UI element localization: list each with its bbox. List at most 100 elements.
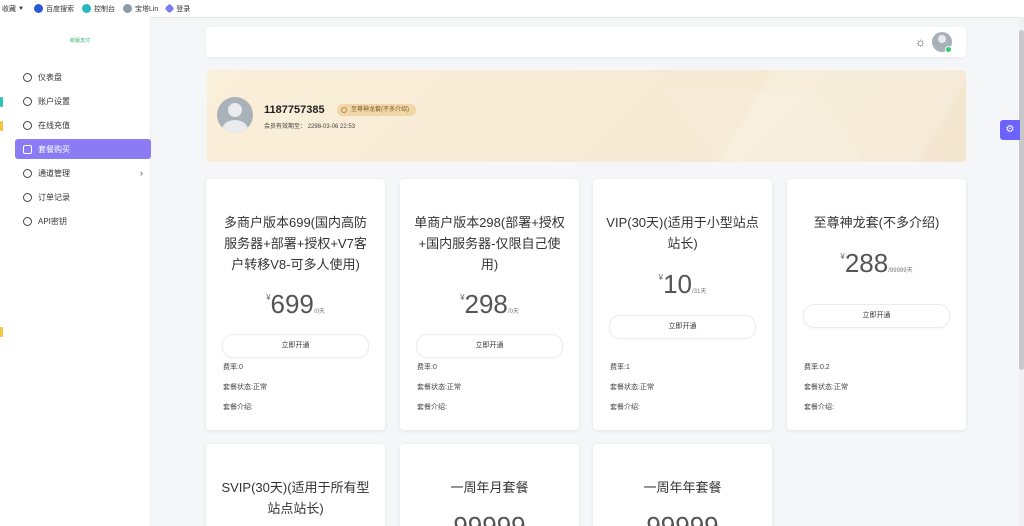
activate-button[interactable]: 立即开通 — [222, 334, 369, 358]
plan-intro: 套餐介绍: — [804, 404, 834, 411]
bookmark-label: 登录 — [176, 5, 191, 13]
plan-card: SVIP(30天)(适用于所有型站点站长) — [206, 444, 385, 526]
plan-price: ¥298/0天 — [400, 289, 579, 320]
sidebar-item-label: 账户设置 — [38, 96, 70, 106]
plan-rate: 费率:0.2 — [804, 364, 830, 371]
caret-down-icon: ▼ — [18, 5, 24, 12]
sidebar: 新版支付 仪表盘 账户设置 在线充值 套餐购买 通道管理 › 订单记录 API密… — [8, 17, 151, 526]
recharge-icon — [23, 120, 32, 130]
plan-card: 一周年年套餐 99999 — [593, 444, 772, 526]
plan-card: 至尊神龙套(不多介绍) ¥288/99999天 立即开通 费率:0.2 套餐状态… — [787, 179, 966, 430]
price-value: 298 — [464, 289, 508, 319]
globe-icon — [122, 4, 132, 13]
bookmark-label: 百度搜索 — [45, 5, 74, 13]
sidebar-item-label: 订单记录 — [38, 192, 70, 202]
bookmark-label: 控制台 — [93, 5, 115, 13]
sidebar-item-label: 套餐购买 — [38, 144, 70, 154]
price-unit: /31天 — [692, 289, 707, 295]
plan-title: 至尊神龙套(不多介绍) — [813, 215, 940, 230]
plan-status: 套餐状态:正常 — [223, 384, 267, 391]
plan-intro: 套餐介绍: — [223, 404, 253, 411]
currency-symbol: ¥ — [840, 252, 845, 261]
plan-title: SVIP(30天)(适用于所有型站点站长) — [221, 480, 370, 516]
plan-rate: 费率:0 — [223, 364, 243, 371]
sidebar-item-dashboard[interactable]: 仪表盘 — [15, 67, 151, 87]
login-icon — [164, 3, 175, 14]
sidebar-item-label: 仪表盘 — [38, 72, 62, 82]
baidu-paw-icon — [33, 4, 43, 13]
plan-price: ¥288/99999天 — [787, 248, 966, 279]
channel-icon — [23, 168, 32, 178]
plan-card: 多商户版本699(国内高防服务器+部署+授权+V7客户转移V8-可多人使用) ¥… — [206, 179, 385, 430]
bookmark-label: 宝塔Lin — [134, 5, 159, 13]
chevron-right-icon: › — [140, 168, 143, 178]
plan-card: 单商户版本298(部署+授权+国内服务器-仅限自己使用) ¥298/0天 立即开… — [400, 179, 579, 430]
bookmark-console[interactable]: 控制台 — [81, 4, 115, 14]
key-icon — [23, 216, 32, 226]
plan-title: 多商户版本699(国内高防服务器+部署+授权+V7客户转移V8-可多人使用) — [223, 215, 368, 272]
logo: 新版支付 — [70, 38, 91, 44]
sidebar-item-channel-management[interactable]: 通道管理 › — [15, 163, 151, 183]
activate-button[interactable]: 立即开通 — [803, 304, 950, 328]
plan-card: 一周年月套餐 99999 — [400, 444, 579, 526]
expiry-value: 2298-03-06 22:53 — [307, 124, 356, 130]
plan-price: ¥699/0天 — [206, 289, 385, 320]
sidebar-item-label: API密钥 — [38, 216, 67, 226]
plan-title: 一周年月套餐 — [450, 480, 529, 495]
price-unit: /0天 — [507, 309, 519, 315]
plan-price: ¥10/31天 — [593, 269, 772, 300]
activate-button[interactable]: 立即开通 — [609, 315, 756, 339]
plan-rate: 费率:1 — [610, 364, 630, 371]
price-value: 699 — [270, 289, 314, 319]
sidebar-item-orders[interactable]: 订单记录 — [15, 187, 151, 207]
price-unit: /0天 — [313, 309, 325, 315]
price-value: 288 — [844, 248, 889, 278]
plan-status: 套餐状态:正常 — [610, 384, 654, 391]
plan-intro: 套餐介绍: — [417, 404, 447, 411]
plan-status: 套餐状态:正常 — [417, 384, 461, 391]
price-unit: /99999天 — [888, 268, 913, 274]
plan-card: VIP(30天)(适用于小型站点站长) ¥10/31天 立即开通 费率:1 套餐… — [593, 179, 772, 430]
bookmark-baota[interactable]: 宝塔Lin — [122, 4, 159, 14]
currency-symbol: ¥ — [658, 273, 664, 282]
activate-button[interactable]: 立即开通 — [416, 334, 563, 358]
profile-banner: 1187757385 至尊神龙套(不多介绍) 会员有效期至： 2298-03-0… — [207, 70, 966, 162]
sidebar-item-label: 通道管理 — [38, 168, 70, 178]
currency-symbol: ¥ — [266, 293, 271, 302]
top-header: ☼ — [206, 27, 966, 57]
bookmark-label: 收藏 — [2, 5, 16, 13]
order-icon — [23, 192, 32, 202]
plan-title: 一周年年套餐 — [643, 480, 722, 495]
dashboard-icon — [23, 72, 32, 82]
plan-price: 99999 — [400, 511, 579, 526]
online-status-dot — [945, 46, 952, 53]
membership-badge: 至尊神龙套(不多介绍) — [337, 104, 416, 116]
plan-title: 单商户版本298(部署+授权+国内服务器-仅限自己使用) — [414, 215, 565, 272]
sidebar-item-plan-purchase[interactable]: 套餐购买 — [15, 139, 151, 159]
user-settings-icon — [23, 96, 32, 106]
price-value: 99999 — [646, 511, 719, 526]
bookmarks-bar: 收藏 ▼ 百度搜索 控制台 宝塔Lin 登录 — [0, 0, 1024, 18]
plan-rate: 费率:0 — [417, 364, 437, 371]
plan-title: VIP(30天)(适用于小型站点站长) — [606, 215, 759, 251]
membership-expiry: 会员有效期至： 2298-03-06 22:53 — [264, 121, 355, 130]
bookmark-favorites[interactable]: 收藏 ▼ — [2, 4, 26, 14]
expiry-label: 会员有效期至： — [264, 124, 307, 130]
bookmark-login[interactable]: 登录 — [164, 3, 191, 14]
console-icon — [81, 4, 91, 13]
price-value: 10 — [663, 269, 693, 299]
settings-gear-icon[interactable]: ⚙ — [1000, 120, 1020, 140]
profile-avatar — [217, 97, 253, 133]
price-value: 99999 — [453, 511, 526, 526]
cart-icon — [23, 144, 32, 154]
sidebar-item-recharge[interactable]: 在线充值 — [15, 115, 151, 135]
plan-intro: 套餐介绍: — [610, 404, 640, 411]
sun-icon[interactable]: ☼ — [915, 36, 927, 48]
currency-symbol: ¥ — [460, 293, 465, 302]
scrollbar-thumb[interactable] — [1019, 30, 1024, 370]
bookmark-baidu[interactable]: 百度搜索 — [33, 4, 74, 14]
sidebar-item-account-settings[interactable]: 账户设置 — [15, 91, 151, 111]
sidebar-item-label: 在线充值 — [38, 120, 70, 130]
plan-status: 套餐状态:正常 — [804, 384, 848, 391]
sidebar-item-api-key[interactable]: API密钥 — [15, 211, 151, 231]
